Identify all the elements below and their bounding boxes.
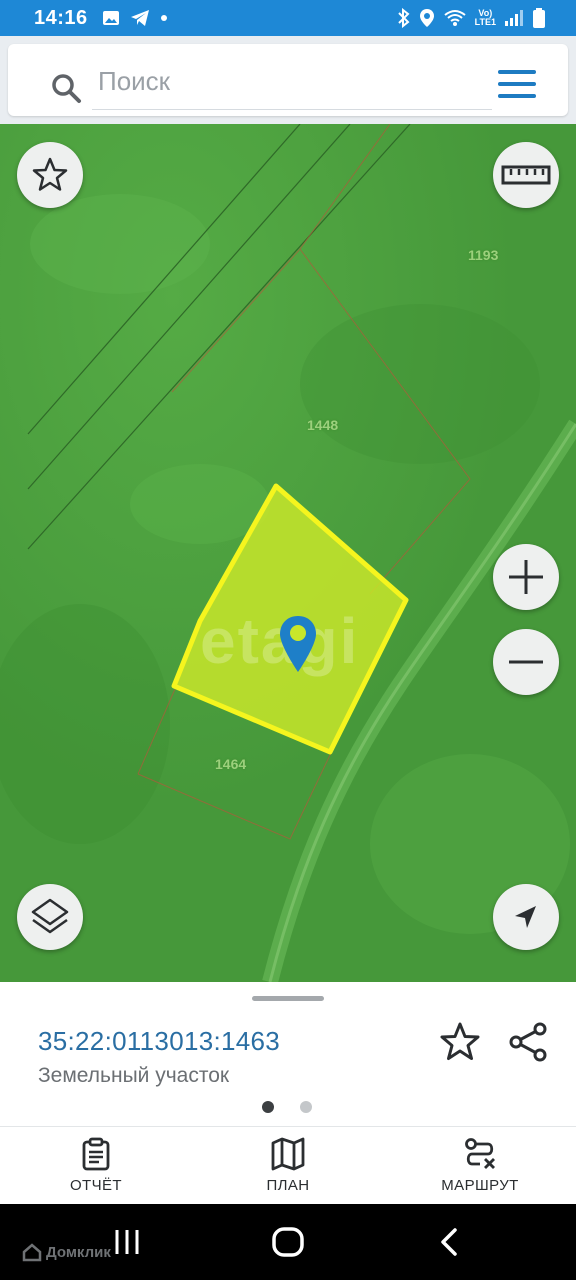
layers-icon xyxy=(31,898,69,934)
nav-plan-label: ПЛАН xyxy=(266,1177,310,1194)
my-location-button[interactable] xyxy=(493,884,559,950)
search-input[interactable] xyxy=(92,54,492,110)
signal-icon xyxy=(505,10,523,26)
locate-arrow-icon xyxy=(515,906,536,928)
map-view[interactable]: etagi 1193 1448 1464 xyxy=(0,124,576,982)
wifi-icon xyxy=(444,10,466,26)
star-icon xyxy=(32,157,68,191)
image-icon xyxy=(102,11,119,25)
menu-icon[interactable] xyxy=(498,70,538,100)
add-favorite-button[interactable] xyxy=(438,1020,482,1064)
battery-icon xyxy=(533,8,545,28)
back-icon[interactable] xyxy=(438,1228,460,1256)
dot-icon xyxy=(160,15,167,21)
nav-route-label: МАРШРУТ xyxy=(441,1177,519,1194)
route-icon xyxy=(465,1138,495,1169)
bluetooth-icon xyxy=(397,8,410,28)
status-bar: 14:16 Vo) LTE1 xyxy=(0,0,576,36)
search-icon[interactable] xyxy=(50,72,82,104)
page-dot-active[interactable] xyxy=(262,1101,274,1113)
nav-report[interactable]: ОТЧЁТ xyxy=(0,1127,192,1204)
parcel-label: 1464 xyxy=(215,756,247,772)
nav-report-label: ОТЧЁТ xyxy=(69,1177,122,1194)
object-type: Земельный участок xyxy=(38,1064,230,1087)
zoom-in-icon xyxy=(509,560,543,594)
map-icon xyxy=(271,1137,305,1171)
parcel-label: 1193 xyxy=(468,247,499,263)
ruler-icon xyxy=(501,165,551,185)
clipboard-icon xyxy=(82,1137,110,1171)
zoom-in-button[interactable] xyxy=(493,544,559,610)
bottom-nav: ОТЧЁТ ПЛАН МАРШРУТ xyxy=(0,1126,576,1204)
home-icon[interactable] xyxy=(272,1227,304,1257)
system-navigation-bar: Домклик xyxy=(0,1204,576,1280)
telegram-icon xyxy=(130,10,149,26)
search-bar-container xyxy=(0,36,576,124)
status-time: 14:16 xyxy=(34,6,88,29)
ruler-button[interactable] xyxy=(493,142,559,208)
star-icon xyxy=(440,1022,480,1060)
cadastral-number: 35:22:0113013:1463 xyxy=(38,1026,281,1056)
parcel-label: 1448 xyxy=(307,417,339,433)
share-icon xyxy=(509,1022,547,1062)
share-button[interactable] xyxy=(506,1020,550,1064)
zoom-out-button[interactable] xyxy=(493,629,559,695)
layers-button[interactable] xyxy=(17,884,83,950)
lte-indicator: Vo) LTE1 xyxy=(474,8,496,27)
location-marker-icon[interactable] xyxy=(278,614,318,674)
location-icon xyxy=(419,9,434,27)
nav-route[interactable]: МАРШРУТ xyxy=(384,1127,576,1204)
nav-plan[interactable]: ПЛАН xyxy=(192,1127,384,1204)
favorites-button[interactable] xyxy=(17,142,83,208)
page-dot[interactable] xyxy=(300,1101,312,1113)
object-info-sheet[interactable]: 35:22:0113013:1463 Земельный участок xyxy=(0,982,576,1126)
sheet-drag-handle[interactable] xyxy=(252,996,324,1001)
recent-apps-icon[interactable] xyxy=(112,1228,142,1256)
search-box xyxy=(8,44,568,116)
page-indicator xyxy=(262,1101,312,1113)
domclick-watermark: Домклик xyxy=(22,1242,111,1262)
domclick-logo-icon xyxy=(22,1243,42,1262)
zoom-out-icon xyxy=(509,660,543,664)
